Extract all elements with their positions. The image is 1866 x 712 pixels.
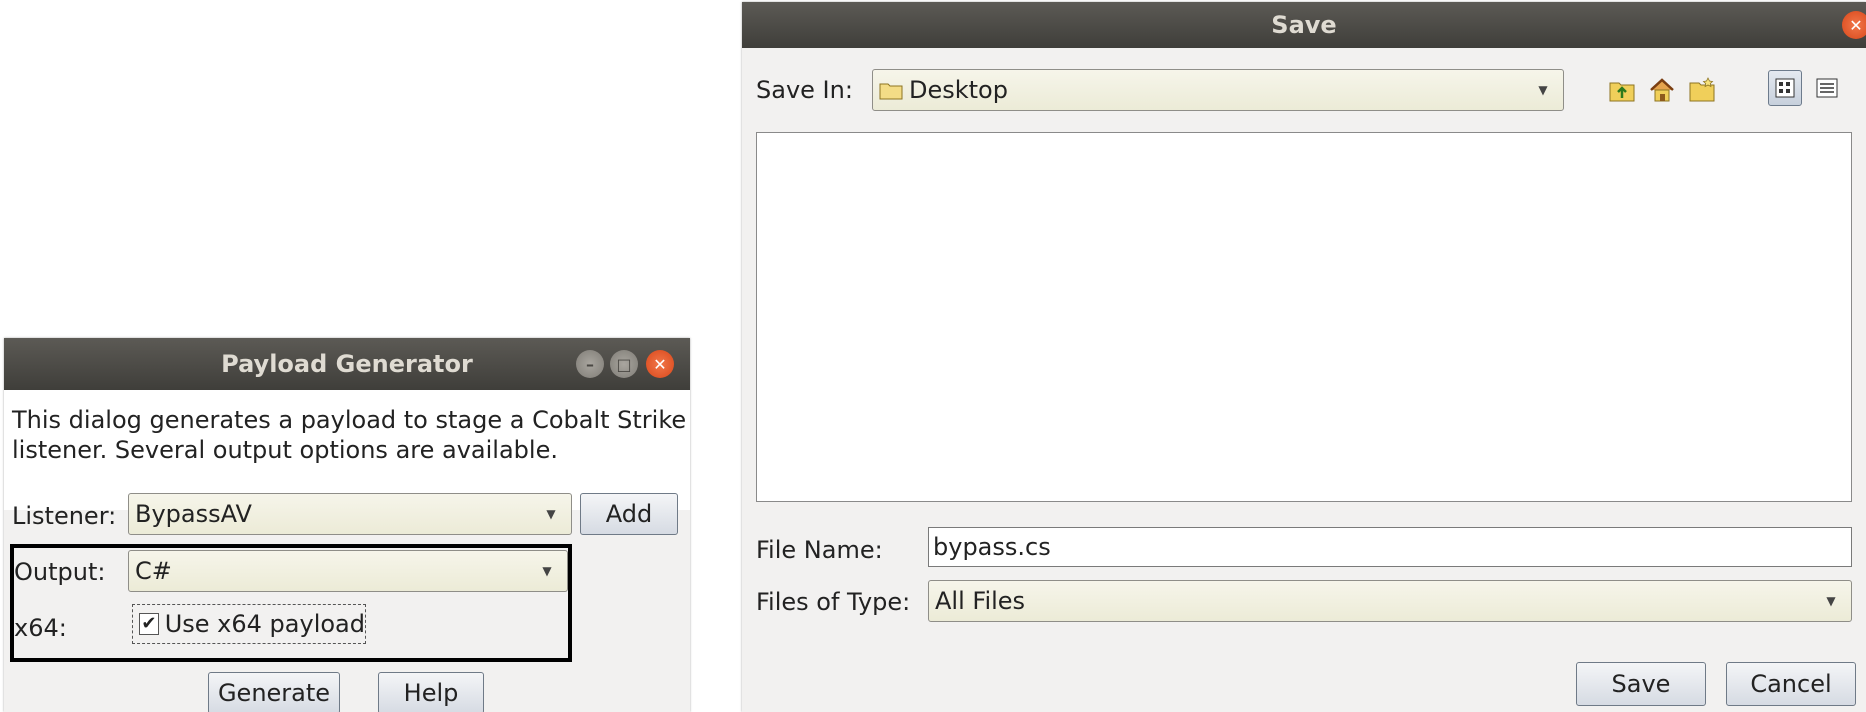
payload-generator-title: Payload Generator (221, 350, 473, 378)
up-folder-icon[interactable] (1608, 76, 1636, 104)
listener-value: BypassAV (135, 500, 252, 528)
new-folder-icon[interactable] (1688, 76, 1716, 104)
files-of-type-combo[interactable]: All Files ▼ (928, 580, 1852, 622)
listener-label: Listener: (12, 502, 117, 530)
list-view-icon (1775, 78, 1795, 98)
chevron-down-icon[interactable]: ▼ (1531, 78, 1555, 102)
list-view-button[interactable] (1768, 70, 1802, 106)
files-of-type-value: All Files (935, 587, 1026, 615)
save-in-label: Save In: (756, 76, 853, 104)
save-titlebar[interactable]: Save (742, 2, 1866, 48)
details-view-icon (1816, 78, 1838, 98)
save-dialog-title: Save (1271, 11, 1337, 39)
save-in-combo[interactable]: Desktop ▼ (872, 69, 1564, 111)
description-line-1: This dialog generates a payload to stage… (12, 406, 687, 434)
generate-button[interactable]: Generate (208, 672, 340, 712)
x64-checkbox-row[interactable]: ✔ Use x64 payload (132, 604, 366, 644)
x64-checkbox[interactable]: ✔ (139, 613, 159, 635)
close-button[interactable]: ✕ (646, 350, 674, 378)
x64-checkbox-label[interactable]: Use x64 payload (165, 610, 365, 638)
output-combo[interactable]: C# ▼ (128, 550, 568, 592)
file-list-pane[interactable] (756, 132, 1852, 502)
description-line-2: listener. Several output options are ava… (12, 436, 558, 464)
save-in-value: Desktop (909, 76, 1008, 104)
close-button[interactable]: ✕ (1842, 11, 1866, 39)
home-icon[interactable] (1648, 76, 1676, 104)
save-dialog: Save ✕ Save In: Desktop ▼ File Name: byp… (742, 2, 1866, 712)
output-value: C# (135, 557, 172, 585)
folder-icon (879, 83, 903, 100)
details-view-button[interactable] (1810, 70, 1844, 106)
file-name-input[interactable]: bypass.cs (928, 527, 1852, 567)
files-of-type-label: Files of Type: (756, 588, 911, 616)
maximize-button[interactable]: □ (610, 350, 638, 378)
listener-combo[interactable]: BypassAV ▼ (128, 493, 572, 535)
help-button[interactable]: Help (378, 672, 484, 712)
save-button[interactable]: Save (1576, 662, 1706, 706)
chevron-down-icon[interactable]: ▼ (1819, 589, 1843, 613)
minimize-button[interactable]: – (576, 350, 604, 378)
output-label: Output: (14, 558, 106, 586)
cancel-button[interactable]: Cancel (1726, 662, 1856, 706)
chevron-down-icon[interactable]: ▼ (535, 559, 559, 583)
payload-generator-dialog: Payload Generator – □ ✕ This dialog gene… (4, 338, 690, 712)
chevron-down-icon[interactable]: ▼ (539, 502, 563, 526)
x64-label: x64: (14, 614, 67, 642)
file-name-value: bypass.cs (933, 533, 1051, 561)
add-button[interactable]: Add (580, 493, 678, 535)
file-name-label: File Name: (756, 536, 883, 564)
